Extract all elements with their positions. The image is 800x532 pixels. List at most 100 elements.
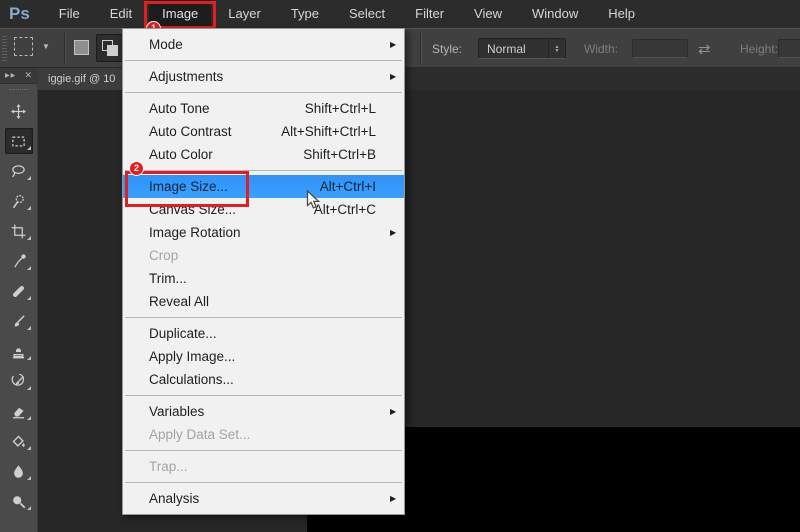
menubar-item-label: Edit — [110, 6, 132, 21]
close-panel-icon[interactable]: ✕ — [24, 70, 32, 81]
menu-bar: Ps File Edit Image1 Layer Type Select Filter Vi… — [0, 0, 800, 28]
menu-item-auto-contrast[interactable]: Auto Contrast Alt+Shift+Ctrl+L ▶ — [123, 120, 404, 143]
menubar-item-label: Layer — [228, 6, 261, 21]
history-brush-icon — [11, 374, 26, 389]
menu-separator — [125, 317, 402, 318]
spot-healing-icon — [11, 284, 26, 299]
menu-item-apply-image[interactable]: Apply Image... ▶ — [123, 345, 404, 368]
menu-item-crop: Crop ▶ — [123, 244, 404, 267]
menubar-item-filter[interactable]: Filter — [402, 0, 457, 28]
menubar-item-window[interactable]: Window — [519, 0, 591, 28]
photoshop-window: Ps File Edit Image1 Layer Type Select Filter Vi… — [0, 0, 800, 532]
add-to-selection-button[interactable] — [96, 34, 124, 62]
menu-item-trap: Trap... ▶ — [123, 455, 404, 478]
photoshop-logo: Ps — [0, 4, 40, 24]
options-bar-grip — [2, 36, 7, 61]
eyedropper-tool[interactable] — [0, 246, 38, 276]
menubar-item-type[interactable]: Type — [278, 0, 332, 28]
menu-item-shortcut: Alt+Ctrl+I — [320, 179, 376, 194]
image-menu-dropdown: Mode ▶ Adjustments ▶ Auto Tone Shift+Ctr… — [122, 28, 405, 515]
menu-item-image-rotation[interactable]: Image Rotation ▶ — [123, 221, 404, 244]
move-tool[interactable] — [0, 96, 38, 126]
tools-list — [0, 96, 37, 516]
spot-healing-brush-tool[interactable] — [0, 276, 38, 306]
menubar-item-view[interactable]: View — [461, 0, 515, 28]
lasso-tool[interactable] — [0, 156, 38, 186]
menu-item-trim[interactable]: Trim... ▶ — [123, 267, 404, 290]
options-separator — [64, 33, 66, 64]
menu-item-label: Image Size... — [123, 179, 320, 194]
menu-item-adjustments[interactable]: Adjustments ▶ — [123, 65, 404, 88]
crop-tool[interactable] — [0, 216, 38, 246]
menu-item-auto-tone[interactable]: Auto Tone Shift+Ctrl+L ▶ — [123, 97, 404, 120]
menu-item-label: Canvas Size... — [123, 202, 314, 217]
quick-selection-icon — [11, 194, 26, 209]
menu-item-label: Trim... — [123, 271, 376, 286]
new-selection-icon[interactable] — [74, 40, 89, 55]
blur-tool[interactable] — [0, 456, 38, 486]
menu-item-image-size[interactable]: Image Size... Alt+Ctrl+I ▶ 2 — [123, 175, 404, 198]
style-label: Style: — [432, 42, 462, 56]
swap-width-height-icon: ⇄ — [698, 40, 711, 58]
menu-separator — [125, 395, 402, 396]
menubar-item-label: Image — [162, 6, 198, 21]
menu-separator — [125, 92, 402, 93]
menubar-item-image[interactable]: Image1 — [149, 0, 211, 28]
clone-stamp-tool[interactable] — [0, 336, 38, 366]
menu-item-canvas-size[interactable]: Canvas Size... Alt+Ctrl+C ▶ — [123, 198, 404, 221]
eraser-tool[interactable] — [0, 396, 38, 426]
dodge-tool[interactable] — [0, 486, 38, 516]
menu-separator — [125, 60, 402, 61]
menubar-item-label: Select — [349, 6, 385, 21]
menubar-item-help[interactable]: Help — [595, 0, 648, 28]
history-brush-tool[interactable] — [0, 366, 38, 396]
eyedropper-icon — [11, 254, 26, 269]
menu-item-label: Variables — [123, 404, 376, 419]
menu-item-label: Reveal All — [123, 294, 376, 309]
style-dropdown-value: Normal — [479, 42, 548, 56]
paint-bucket-tool[interactable] — [0, 426, 38, 456]
document-tab[interactable]: iggie.gif @ 10 — [38, 68, 126, 90]
menubar-item-label: Filter — [415, 6, 444, 21]
tools-panel-grip — [0, 84, 37, 96]
menu-item-shortcut: Shift+Ctrl+B — [303, 147, 376, 162]
tools-panel-header: ▶▶ ✕ — [0, 68, 37, 84]
brush-icon — [11, 314, 26, 329]
lasso-icon — [11, 164, 26, 179]
move-icon — [11, 104, 26, 119]
menu-item-auto-color[interactable]: Auto Color Shift+Ctrl+B ▶ — [123, 143, 404, 166]
menubar-item-label: Help — [608, 6, 635, 21]
menubar-item-select[interactable]: Select — [336, 0, 398, 28]
marquee-icon — [11, 134, 26, 149]
quick-selection-tool[interactable] — [0, 186, 38, 216]
menu-item-mode[interactable]: Mode ▶ — [123, 33, 404, 56]
submenu-arrow-icon: ▶ — [390, 228, 404, 237]
menu-separator — [125, 482, 402, 483]
height-input — [778, 39, 800, 58]
menubar-item-file[interactable]: File — [46, 0, 93, 28]
menu-item-label: Auto Color — [123, 147, 303, 162]
menu-item-label: Duplicate... — [123, 326, 376, 341]
clone-stamp-icon — [11, 344, 26, 359]
menu-separator — [125, 170, 402, 171]
height-label: Height: — [740, 42, 778, 56]
tool-preset-button[interactable]: ▼ — [14, 37, 50, 56]
menubar-item-layer[interactable]: Layer — [215, 0, 274, 28]
menu-separator — [125, 450, 402, 451]
menu-item-reveal-all[interactable]: Reveal All ▶ — [123, 290, 404, 313]
style-dropdown[interactable]: Normal ▲▼ — [478, 38, 566, 59]
menu-item-label: Auto Contrast — [123, 124, 281, 139]
rectangular-marquee-tool[interactable] — [0, 126, 38, 156]
menu-item-analysis[interactable]: Analysis ▶ — [123, 487, 404, 510]
menubar-item-edit[interactable]: Edit — [97, 0, 145, 28]
submenu-arrow-icon: ▶ — [390, 407, 404, 416]
menu-item-variables[interactable]: Variables ▶ — [123, 400, 404, 423]
collapse-panel-icon[interactable]: ▶▶ — [5, 72, 16, 79]
menu-item-label: Auto Tone — [123, 101, 305, 116]
menu-item-duplicate[interactable]: Duplicate... ▶ — [123, 322, 404, 345]
menu-item-shortcut: Shift+Ctrl+L — [305, 101, 376, 116]
menu-item-calculations[interactable]: Calculations... ▶ — [123, 368, 404, 391]
menubar-item-label: Type — [291, 6, 319, 21]
width-input — [632, 39, 688, 58]
brush-tool[interactable] — [0, 306, 38, 336]
